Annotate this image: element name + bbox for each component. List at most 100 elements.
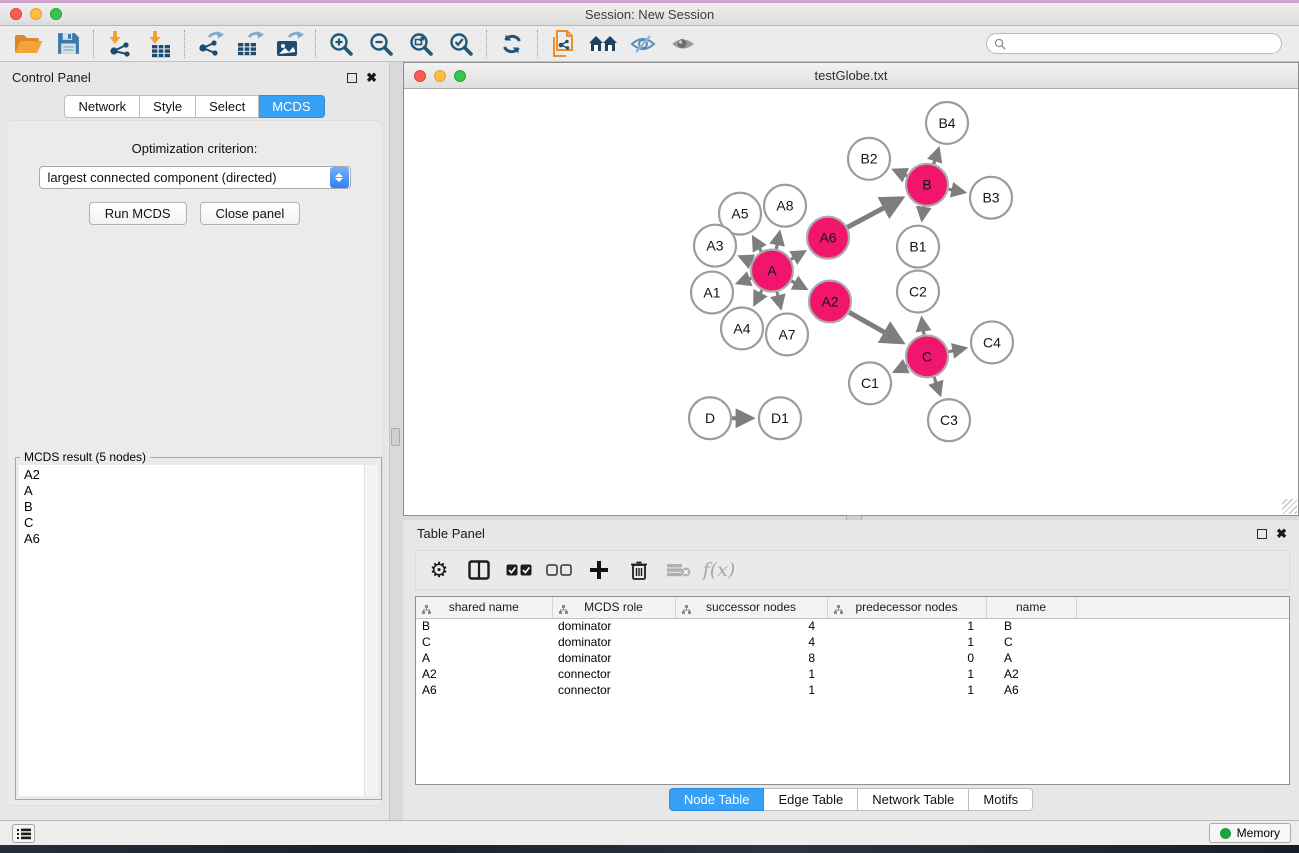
column-header-shared-name[interactable]: shared name [416, 597, 552, 618]
edge-A6-B[interactable] [847, 199, 901, 228]
tab-select[interactable]: Select [196, 95, 259, 118]
table-row[interactable]: Adominator80A [416, 650, 1289, 666]
tab-node-table[interactable]: Node Table [669, 788, 765, 811]
split-columns-icon[interactable] [464, 555, 494, 585]
column-header-mcds-role[interactable]: MCDS role [552, 597, 675, 618]
edge-B-B1[interactable] [922, 206, 924, 219]
panel-splitter[interactable] [390, 62, 403, 820]
result-list-item[interactable]: A6 [19, 531, 364, 547]
cell-name[interactable]: A6 [986, 682, 1076, 698]
edge-A-A7[interactable] [777, 292, 781, 308]
duplicate-network-icon[interactable] [543, 28, 583, 60]
graph-node-C1[interactable]: C1 [849, 362, 891, 404]
graph-node-A3[interactable]: A3 [694, 225, 736, 267]
graph-node-D1[interactable]: D1 [759, 397, 801, 439]
graph-node-A1[interactable]: A1 [691, 272, 733, 314]
resize-grip-icon[interactable] [1282, 499, 1297, 514]
save-floppy-icon[interactable] [48, 28, 88, 60]
double-house-icon[interactable] [583, 28, 623, 60]
edge-C-C1[interactable] [895, 366, 907, 372]
edge-B-B2[interactable] [894, 170, 907, 176]
cell-successor-nodes[interactable]: 8 [675, 650, 827, 666]
graph-node-B[interactable]: B [906, 164, 948, 206]
cell-successor-nodes[interactable]: 4 [675, 634, 827, 650]
import-table-icon[interactable] [139, 28, 179, 60]
node-table[interactable]: shared name MCDS role successor nodes pr… [415, 596, 1290, 785]
run-mcds-button[interactable]: Run MCDS [89, 202, 187, 225]
add-column-icon[interactable] [584, 555, 614, 585]
float-panel-icon[interactable] [347, 73, 357, 83]
result-list-item[interactable]: A2 [19, 467, 364, 483]
cell-shared-name[interactable]: C [416, 634, 552, 650]
eye-icon[interactable] [663, 28, 703, 60]
cell-mcds-role[interactable]: connector [552, 666, 675, 682]
mcds-result-list[interactable]: A2ABCA6 [19, 465, 364, 796]
table-row[interactable]: A2connector11A2 [416, 666, 1289, 682]
edge-B-B4[interactable] [934, 149, 939, 164]
table-row[interactable]: Cdominator41C [416, 634, 1289, 650]
edge-A-A2[interactable] [791, 281, 805, 289]
search-input[interactable] [1011, 37, 1274, 51]
search-field[interactable] [986, 33, 1282, 54]
task-history-button[interactable] [12, 824, 35, 843]
graph-node-B3[interactable]: B3 [970, 177, 1012, 219]
edge-A2-C[interactable] [849, 312, 901, 342]
cell-mcds-role[interactable]: dominator [552, 634, 675, 650]
float-panel-icon[interactable] [1257, 529, 1267, 539]
cell-mcds-role[interactable]: connector [552, 682, 675, 698]
result-list-item[interactable]: A [19, 483, 364, 499]
zoom-fit-icon[interactable] [401, 28, 441, 60]
tab-motifs[interactable]: Motifs [969, 788, 1033, 811]
cell-predecessor-nodes[interactable]: 1 [827, 666, 986, 682]
column-header-name[interactable]: name [986, 597, 1076, 618]
edge-A-A1[interactable] [738, 278, 752, 283]
edge-A-A5[interactable] [753, 238, 761, 252]
edge-A-A6[interactable] [791, 252, 804, 260]
refresh-icon[interactable] [492, 28, 532, 60]
cell-predecessor-nodes[interactable]: 0 [827, 650, 986, 666]
tab-network[interactable]: Network [64, 95, 140, 118]
graph-node-A8[interactable]: A8 [764, 185, 806, 227]
checked-boxes-icon[interactable] [504, 555, 534, 585]
cell-predecessor-nodes[interactable]: 1 [827, 618, 986, 634]
edge-A-A8[interactable] [776, 233, 779, 249]
graph-node-A[interactable]: A [751, 250, 793, 292]
tab-style[interactable]: Style [140, 95, 196, 118]
table-row[interactable]: A6connector11A6 [416, 682, 1289, 698]
graph-node-B1[interactable]: B1 [897, 226, 939, 268]
memory-button[interactable]: Memory [1209, 823, 1291, 843]
close-panel-icon[interactable]: ✖ [366, 73, 377, 83]
graph-node-A2[interactable]: A2 [809, 281, 851, 323]
graph-node-D[interactable]: D [689, 397, 731, 439]
close-panel-icon[interactable]: ✖ [1276, 529, 1287, 539]
result-list-scrollbar[interactable] [364, 465, 378, 796]
close-panel-button[interactable]: Close panel [200, 202, 301, 225]
tab-mcds[interactable]: MCDS [259, 95, 324, 118]
trash-icon[interactable] [624, 555, 654, 585]
result-list-item[interactable]: B [19, 499, 364, 515]
cell-mcds-role[interactable]: dominator [552, 618, 675, 634]
graph-node-C2[interactable]: C2 [897, 271, 939, 313]
graph-node-A4[interactable]: A4 [721, 307, 763, 349]
column-header-predecessor-nodes[interactable]: predecessor nodes [827, 597, 986, 618]
graph-node-B2[interactable]: B2 [848, 138, 890, 180]
zoom-in-icon[interactable] [321, 28, 361, 60]
criterion-dropdown[interactable]: largest connected component (directed) [39, 166, 351, 189]
cell-shared-name[interactable]: A6 [416, 682, 552, 698]
import-network-icon[interactable] [99, 28, 139, 60]
edge-C-C4[interactable] [949, 348, 966, 352]
graph-node-C4[interactable]: C4 [971, 321, 1013, 363]
export-network-icon[interactable] [190, 28, 230, 60]
column-header-successor-nodes[interactable]: successor nodes [675, 597, 827, 618]
cell-name[interactable]: C [986, 634, 1076, 650]
edge-B-B3[interactable] [949, 189, 964, 192]
edge-C-C2[interactable] [922, 319, 924, 335]
table-row[interactable]: Bdominator41B [416, 618, 1289, 634]
cell-name[interactable]: A2 [986, 666, 1076, 682]
edge-A-A3[interactable] [740, 257, 752, 262]
cell-predecessor-nodes[interactable]: 1 [827, 682, 986, 698]
cell-successor-nodes[interactable]: 4 [675, 618, 827, 634]
cell-name[interactable]: B [986, 618, 1076, 634]
cell-shared-name[interactable]: A [416, 650, 552, 666]
cell-shared-name[interactable]: B [416, 618, 552, 634]
